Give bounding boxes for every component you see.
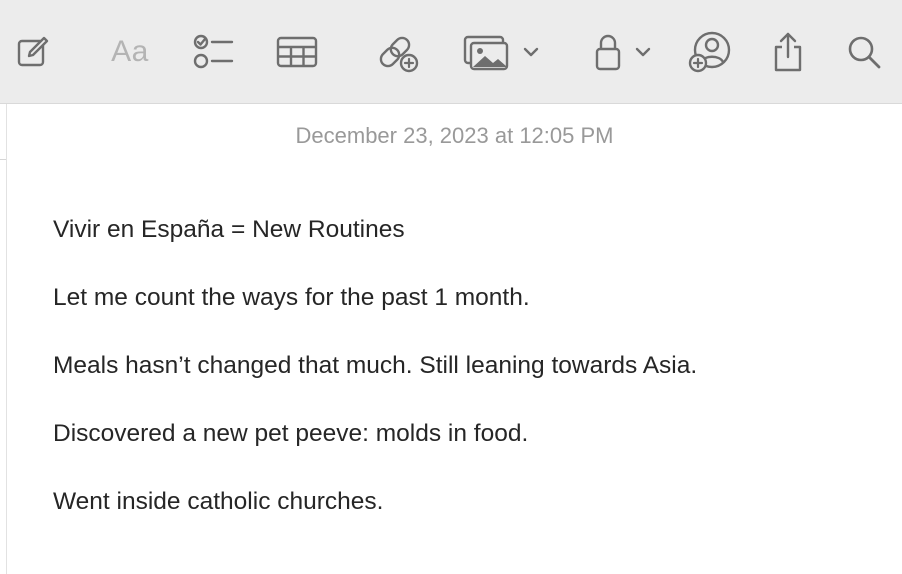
- chevron-down-icon: [635, 47, 651, 57]
- sidebar-divider: [0, 159, 6, 160]
- media-icon: [463, 35, 509, 71]
- note-line[interactable]: Meals hasn’t changed that much. Still le…: [53, 352, 697, 380]
- format-button[interactable]: Aa: [104, 26, 156, 78]
- note-timestamp: December 23, 2023 at 12:05 PM: [295, 123, 614, 148]
- toolbar: Aa: [0, 0, 902, 104]
- collaborate-icon: [688, 31, 731, 73]
- chevron-down-icon: [523, 47, 539, 57]
- note-editor[interactable]: December 23, 2023 at 12:05 PM Vivir en E…: [7, 105, 902, 574]
- note-line[interactable]: Discovered a new pet peeve: molds in foo…: [53, 420, 528, 448]
- note-line[interactable]: Let me count the ways for the past 1 mon…: [53, 284, 530, 312]
- share-icon: [774, 32, 802, 72]
- lock-button[interactable]: [588, 26, 658, 78]
- note-line[interactable]: Vivir en España = New Routines: [53, 216, 405, 244]
- share-button[interactable]: [768, 26, 808, 78]
- table-icon: [276, 36, 318, 68]
- add-link-button[interactable]: [374, 26, 422, 78]
- lock-icon: [595, 34, 621, 71]
- compose-button[interactable]: [12, 26, 54, 78]
- note-line[interactable]: Went inside catholic churches.: [53, 488, 383, 516]
- table-button[interactable]: [274, 26, 320, 78]
- media-button[interactable]: [462, 26, 542, 78]
- format-aa-label: Aa: [111, 35, 149, 68]
- collaborate-button[interactable]: [686, 26, 734, 78]
- checklist-icon: [193, 34, 234, 69]
- search-button[interactable]: [842, 26, 886, 78]
- notes-window: Aa December 23, 2023 at 12:05 PM Vivir e…: [0, 0, 902, 574]
- sidebar-edge: [0, 104, 7, 574]
- compose-icon: [17, 36, 49, 67]
- search-icon: [848, 36, 881, 69]
- checklist-button[interactable]: [190, 26, 236, 78]
- add-link-icon: [379, 36, 419, 73]
